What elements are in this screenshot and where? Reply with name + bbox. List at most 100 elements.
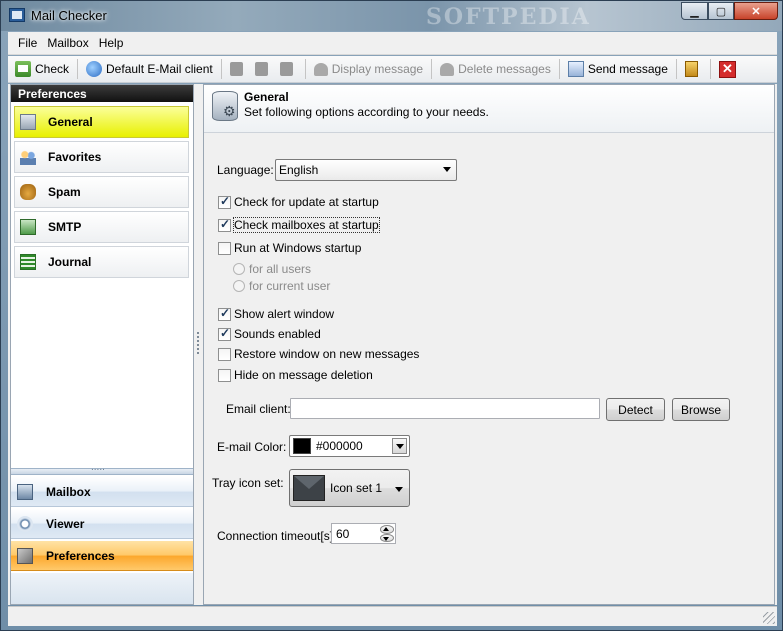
- language-select[interactable]: English: [275, 159, 457, 181]
- checkbox-unchecked-icon: [218, 368, 231, 382]
- exit-button[interactable]: ✕: [715, 58, 744, 80]
- nav-item-general[interactable]: General: [14, 106, 189, 138]
- email-color-label: E-mail Color:: [217, 440, 287, 454]
- exit-icon: ✕: [718, 60, 736, 78]
- menu-help[interactable]: Help: [94, 36, 129, 50]
- nav-label: Journal: [48, 255, 92, 269]
- toolbar: Check Default E-Mail client Display mess…: [8, 56, 777, 83]
- settings-panel: General Set following options according …: [203, 84, 775, 605]
- color-value: #000000: [316, 439, 363, 453]
- checkbox-unchecked-icon: [218, 241, 231, 255]
- sounds-checkbox[interactable]: Sounds enabled: [218, 326, 321, 341]
- users-icon: [20, 149, 36, 165]
- restore-window-checkbox[interactable]: Restore window on new messages: [218, 347, 419, 361]
- preferences-header: Preferences: [11, 85, 193, 102]
- display-message-label: Display message: [331, 62, 424, 76]
- language-label: Language:: [217, 163, 274, 177]
- browse-button[interactable]: Browse: [672, 398, 730, 421]
- display-message-icon: [313, 62, 328, 76]
- current-user-label: for current user: [249, 279, 331, 293]
- all-users-radio[interactable]: for all users: [233, 262, 311, 276]
- nav-item-favorites[interactable]: Favorites: [14, 141, 189, 173]
- checkbox-checked-icon: [218, 194, 231, 209]
- sounds-label: Sounds enabled: [234, 327, 321, 341]
- settings-title: General: [244, 90, 289, 104]
- default-client-button[interactable]: Default E-Mail client: [82, 58, 217, 80]
- envelope-icon: [293, 475, 325, 501]
- check-mailboxes-checkbox[interactable]: Check mailboxes at startup: [218, 217, 380, 233]
- nav-label: Favorites: [48, 150, 102, 164]
- delete-messages-icon: [440, 62, 455, 76]
- send-message-button[interactable]: Send message: [564, 58, 672, 80]
- show-alert-checkbox[interactable]: Show alert window: [218, 306, 335, 321]
- bottom-nav-mailbox[interactable]: Mailbox: [11, 477, 193, 507]
- toolbar-separator: [77, 59, 79, 79]
- spin-down-icon[interactable]: [380, 533, 394, 542]
- preferences-list: General Favorites Spam SMTP Journal: [11, 103, 193, 281]
- journal-list-icon: [20, 254, 36, 270]
- watermark: SOFTPEDIA: [426, 4, 591, 30]
- nav-item-smtp[interactable]: SMTP: [14, 211, 189, 243]
- menu-bar: File Mailbox Help: [8, 32, 777, 55]
- menu-file[interactable]: File: [13, 36, 42, 50]
- horizontal-splitter[interactable]: [11, 462, 193, 475]
- all-users-label: for all users: [249, 262, 312, 276]
- bottom-nav-fill: [11, 573, 193, 604]
- check-update-checkbox[interactable]: Check for update at startup: [218, 194, 379, 209]
- current-user-radio[interactable]: for current user: [233, 279, 330, 293]
- window-title: Mail Checker: [31, 8, 107, 23]
- tool-button-2[interactable]: [251, 58, 276, 80]
- display-message-button[interactable]: Display message: [310, 58, 427, 80]
- title-bar: Mail Checker SOFTPEDIA ▁ ▢ ✕: [1, 1, 782, 31]
- show-alert-label: Show alert window: [234, 307, 335, 321]
- status-bar: [8, 606, 777, 626]
- address-book-icon: [684, 61, 698, 77]
- nav-item-spam[interactable]: Spam: [14, 176, 189, 208]
- hide-deletion-checkbox[interactable]: Hide on message deletion: [218, 368, 373, 382]
- bottom-nav-viewer[interactable]: Viewer: [11, 509, 193, 539]
- radio-icon: [233, 263, 245, 275]
- chevron-down-icon[interactable]: [392, 438, 407, 454]
- app-window: Mail Checker SOFTPEDIA ▁ ▢ ✕ File Mailbo…: [0, 0, 783, 631]
- minimize-button[interactable]: ▁: [681, 2, 708, 20]
- resize-grip-icon[interactable]: [763, 612, 775, 624]
- run-windows-checkbox[interactable]: Run at Windows startup: [218, 241, 361, 255]
- email-client-input[interactable]: [290, 398, 600, 419]
- vertical-splitter[interactable]: [194, 84, 202, 605]
- restore-window-label: Restore window on new messages: [234, 347, 420, 361]
- bottom-nav-preferences[interactable]: Preferences: [11, 541, 193, 571]
- tray-icon-select[interactable]: Icon set 1: [289, 469, 410, 507]
- settings-header: General Set following options according …: [204, 85, 774, 133]
- email-color-picker[interactable]: #000000: [289, 435, 410, 457]
- tray-icon-value: Icon set 1: [330, 481, 383, 495]
- check-update-label: Check for update at startup: [234, 195, 379, 209]
- toolbar-separator: [220, 59, 222, 79]
- check-button[interactable]: Check: [11, 58, 73, 80]
- preferences-tools-icon: [17, 547, 33, 564]
- menu-mailbox[interactable]: Mailbox: [42, 36, 93, 50]
- document-icon: [229, 62, 243, 76]
- bottom-nav-label: Preferences: [46, 548, 115, 563]
- main-area: Preferences General Favorites Spam SMTP: [8, 84, 777, 605]
- bottom-nav-label: Mailbox: [46, 484, 91, 499]
- tool-button-3[interactable]: [276, 58, 301, 80]
- toolbar-separator: [304, 59, 306, 79]
- toolbar-separator: [558, 59, 560, 79]
- timeout-stepper[interactable]: 60: [331, 523, 396, 544]
- settings-gear-icon: [212, 91, 238, 121]
- chevron-down-icon: [395, 487, 403, 492]
- spin-up-icon[interactable]: [380, 525, 394, 534]
- mailbox-icon: [17, 483, 33, 500]
- address-book-button[interactable]: [681, 58, 706, 80]
- maximize-button[interactable]: ▢: [708, 2, 734, 20]
- tool-button-1[interactable]: [226, 58, 251, 80]
- delete-messages-button[interactable]: Delete messages: [436, 58, 555, 80]
- detect-button[interactable]: Detect: [606, 398, 665, 421]
- send-message-label: Send message: [587, 62, 668, 76]
- nav-item-journal[interactable]: Journal: [14, 246, 189, 278]
- checkbox-checked-icon: [218, 326, 231, 341]
- close-window-button[interactable]: ✕: [734, 2, 778, 20]
- toolbar-separator: [675, 59, 677, 79]
- toolbar-separator: [431, 59, 433, 79]
- check-label: Check: [35, 62, 70, 76]
